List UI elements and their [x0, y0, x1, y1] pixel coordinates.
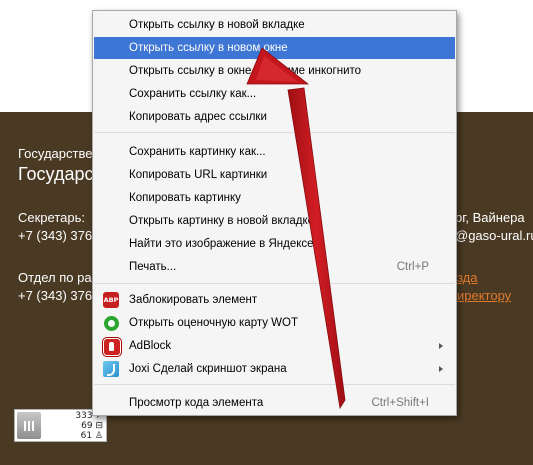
red-pointer-arrow-icon: [246, 47, 346, 410]
page: Государстве Государс Секретарь: +7 (343)…: [0, 0, 533, 465]
